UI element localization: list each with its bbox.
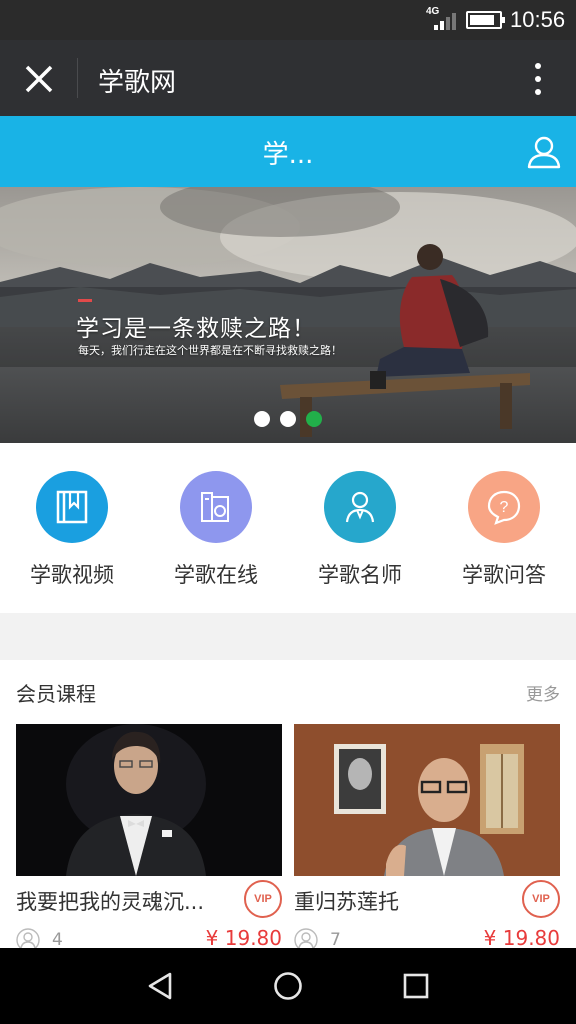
quick-menu: 学歌视频 学歌在线 学歌名师 ? 学歌问答	[0, 443, 576, 613]
quick-menu-label: 学歌视频	[30, 563, 114, 587]
course-card[interactable]: 我要把我的灵魂沉... VIP 4 ¥ 19.80	[16, 724, 282, 948]
svg-text:?: ?	[500, 499, 509, 516]
learner-count: 4	[52, 930, 63, 948]
banner-headline: 学习是一条救赎之路！	[76, 316, 316, 342]
quick-menu-label: 学歌在线	[174, 563, 258, 587]
quick-menu-online[interactable]: 学歌在线	[144, 471, 288, 589]
banner-carousel[interactable]: 学习是一条救赎之路！ 每天，我们行走在这个世界都是在不断寻找救赎之路！	[0, 187, 576, 443]
close-icon[interactable]	[20, 60, 58, 98]
title-divider	[77, 58, 78, 98]
course-card[interactable]: 重归苏莲托 VIP 7 ¥ 19.80	[294, 724, 560, 948]
battery-icon	[466, 11, 505, 29]
more-menu-icon[interactable]	[526, 60, 550, 98]
quick-menu-teacher[interactable]: 学歌名师	[288, 471, 432, 589]
carousel-dot[interactable]	[254, 411, 270, 427]
page-title: 学歌网	[98, 68, 177, 98]
carousel-dot[interactable]	[306, 411, 322, 427]
course-title[interactable]: 重归苏莲托	[294, 886, 504, 916]
system-nav-bar	[0, 948, 576, 1024]
learner-count: 7	[330, 930, 341, 948]
vip-badge: VIP	[522, 880, 560, 918]
quick-menu-label: 学歌名师	[318, 563, 402, 587]
app-header: 学...	[0, 116, 576, 187]
section-title: 会员课程	[16, 682, 96, 706]
status-bar: 4G 10:56	[0, 0, 576, 40]
user-icon[interactable]	[526, 134, 562, 170]
recent-apps-icon[interactable]	[400, 970, 432, 1002]
quick-menu-label: 学歌问答	[462, 563, 546, 587]
carousel-dot[interactable]	[280, 411, 296, 427]
course-thumbnail[interactable]	[294, 724, 560, 876]
more-link[interactable]: 更多	[526, 680, 560, 705]
question-bubble-icon: ?	[468, 471, 540, 543]
video-book-icon	[36, 471, 108, 543]
browser-title-bar: 学歌网	[0, 40, 576, 116]
course-title[interactable]: 我要把我的灵魂沉...	[16, 886, 226, 916]
books-icon	[180, 471, 252, 543]
banner-subline: 每天，我们行走在这个世界都是在不断寻找救赎之路！	[78, 344, 342, 357]
clock: 10:56	[510, 7, 566, 32]
course-thumbnail[interactable]	[16, 724, 282, 876]
quick-menu-qa[interactable]: ? 学歌问答	[432, 471, 576, 589]
back-icon[interactable]	[144, 970, 176, 1002]
app-title: 学...	[262, 140, 314, 170]
course-meta: 4 ¥ 19.80	[16, 926, 282, 948]
home-icon[interactable]	[272, 970, 304, 1002]
quick-menu-video[interactable]: 学歌视频	[0, 471, 144, 589]
learners-icon	[16, 928, 40, 948]
teacher-icon	[324, 471, 396, 543]
course-price: ¥ 19.80	[205, 926, 282, 948]
vip-badge: VIP	[244, 880, 282, 918]
signal-icon	[434, 13, 456, 30]
learners-icon	[294, 928, 318, 948]
course-meta: 7 ¥ 19.80	[294, 926, 560, 948]
member-courses-section: 会员课程 更多 我要把我的灵魂沉... VIP 4 ¥ 19.80 重归苏莲托 …	[0, 660, 576, 948]
course-price: ¥ 19.80	[483, 926, 560, 948]
